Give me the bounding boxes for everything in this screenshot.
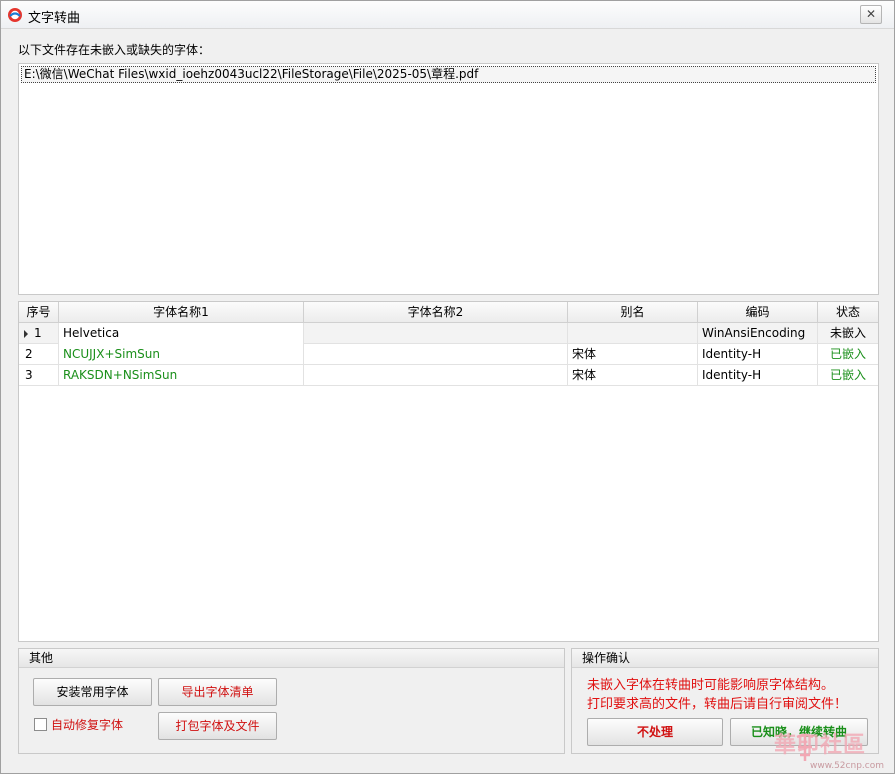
window-title: 文字转曲 [28,11,81,26]
cell-status: 未嵌入 [829,326,866,340]
cell-encoding: WinAnsiEncoding [698,323,818,344]
close-icon: ✕ [865,7,877,21]
cell-encoding: Identity-H [698,344,818,365]
font-table[interactable]: 序号 字体名称1 字体名称2 别名 编码 状态 1 Helvetica WinA… [18,301,879,642]
cell-status: 已嵌入 [829,368,866,382]
cell-font2 [304,323,568,344]
other-group: 其他 安装常用字体 导出字体清单 自动修复字体 打包字体及文件 [18,648,565,754]
cell-alias: 宋体 [568,344,698,365]
cell-index: 3 [19,365,59,386]
table-row[interactable]: 2 NCUJJX+SimSun 宋体 Identity-H 已嵌入 [19,344,878,365]
table-row[interactable]: 1 Helvetica WinAnsiEncoding 未嵌入 [19,323,878,344]
font-outline-dialog: 文字转曲 ✕ 以下文件存在未嵌入或缺失的字体： E:\微信\WeChat Fil… [0,0,895,774]
column-header-alias[interactable]: 别名 [568,302,698,323]
row-pointer-icon [24,330,28,338]
auto-fix-fonts-label[interactable]: 自动修复字体 [51,716,123,733]
file-list-item[interactable]: E:\微信\WeChat Files\wxid_ioehz0043ucl22\F… [21,66,876,83]
file-list[interactable]: E:\微信\WeChat Files\wxid_ioehz0043ucl22\F… [18,63,879,295]
cell-font2 [304,344,568,365]
cell-index: 2 [19,344,59,365]
column-header-font1[interactable]: 字体名称1 [59,302,304,323]
cell-index: 1 [19,323,59,344]
export-font-list-button[interactable]: 导出字体清单 [158,678,277,706]
table-header: 序号 字体名称1 字体名称2 别名 编码 状态 [19,302,878,323]
close-button[interactable]: ✕ [860,5,882,24]
cell-font1: RAKSDN+NSimSun [59,365,304,386]
warning-line-1: 未嵌入字体在转曲时可能影响原字体结构。 [587,678,835,693]
cell-font1: Helvetica [59,323,304,344]
missing-fonts-label: 以下文件存在未嵌入或缺失的字体： [18,43,211,57]
app-logo-icon [8,8,22,22]
watermark-text: 華印社區 [773,733,866,758]
cell-alias: 宋体 [568,365,698,386]
cell-alias [568,323,698,344]
install-common-fonts-button[interactable]: 安装常用字体 [33,678,152,706]
warning-line-2: 打印要求高的文件，转曲后请自行审阅文件！ [587,697,848,712]
cell-encoding: Identity-H [698,365,818,386]
column-header-index[interactable]: 序号 [19,302,59,323]
watermark-url: www.52cnp.com [809,761,884,771]
column-header-encoding[interactable]: 编码 [698,302,818,323]
cell-font1: NCUJJX+SimSun [59,344,304,365]
auto-fix-fonts-checkbox[interactable] [34,718,47,731]
title-bar: 文字转曲 ✕ [1,1,894,29]
column-header-status[interactable]: 状态 [818,302,878,323]
other-group-title: 其他 [19,649,564,668]
table-row[interactable]: 3 RAKSDN+NSimSun 宋体 Identity-H 已嵌入 [19,365,878,386]
cell-status: 已嵌入 [829,347,866,361]
column-header-font2[interactable]: 字体名称2 [304,302,568,323]
confirm-group-title: 操作确认 [572,649,878,668]
pack-fonts-and-files-button[interactable]: 打包字体及文件 [158,712,277,740]
cell-index-text: 1 [34,326,42,340]
skip-button[interactable]: 不处理 [587,718,723,746]
cell-font2 [304,365,568,386]
